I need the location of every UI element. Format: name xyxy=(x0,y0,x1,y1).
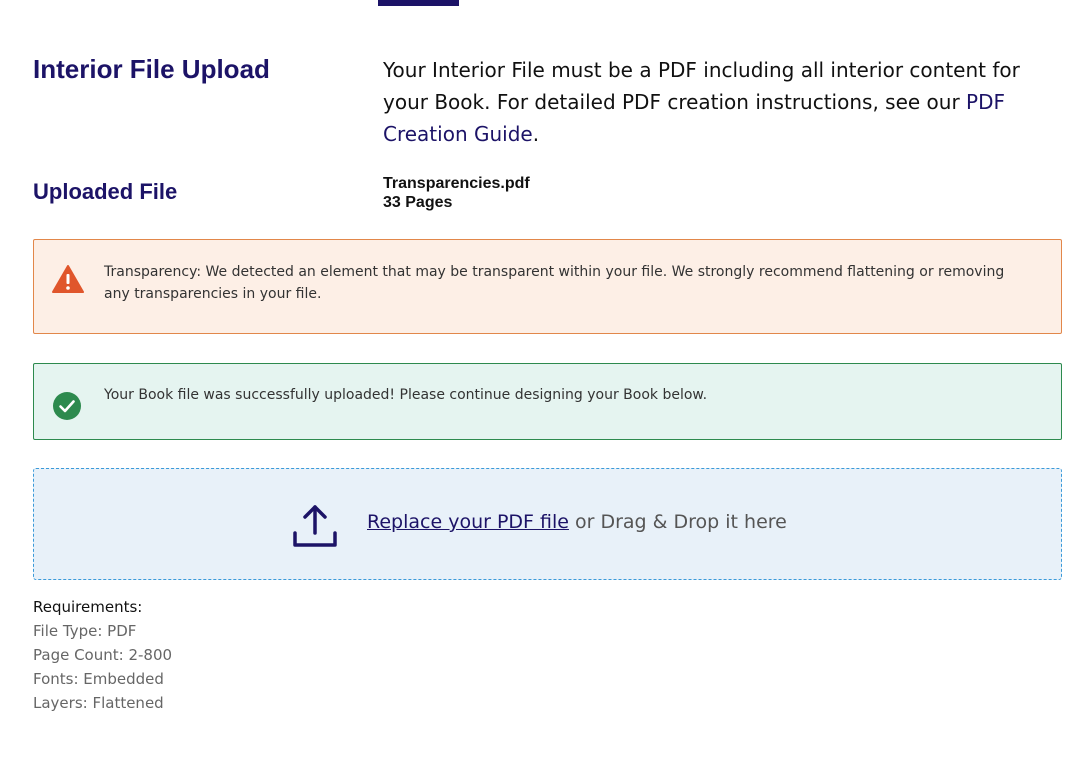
requirements-list: Requirements: File Type: PDF Page Count:… xyxy=(33,595,172,715)
uploaded-file-title: Uploaded File xyxy=(33,179,178,204)
pdf-dropzone[interactable]: Replace your PDF file or Drag & Drop it … xyxy=(33,468,1062,580)
dropzone-text: Replace your PDF file or Drag & Drop it … xyxy=(367,511,787,533)
uploaded-file-info: Transparencies.pdf 33 Pages xyxy=(383,174,530,212)
success-text: Your Book file was successfully uploaded… xyxy=(104,387,708,403)
requirement-page-count: Page Count: 2-800 xyxy=(33,646,173,664)
file-name: Transparencies.pdf xyxy=(383,175,530,192)
requirement-fonts: Fonts: Embedded xyxy=(33,670,164,688)
active-tab-indicator xyxy=(378,0,459,6)
check-circle-icon xyxy=(52,391,82,428)
upload-icon[interactable] xyxy=(291,501,339,553)
warning-text: Transparency: We detected an element tha… xyxy=(104,264,1005,302)
intro-body: Your Interior File must be a PDF includi… xyxy=(383,58,1020,114)
replace-pdf-link[interactable]: Replace your PDF file xyxy=(367,511,569,533)
upload-success-alert: Your Book file was successfully uploaded… xyxy=(33,363,1062,440)
requirement-layers: Layers: Flattened xyxy=(33,694,164,712)
intro-text: Your Interior File must be a PDF includi… xyxy=(383,54,1063,150)
page-title: Interior File Upload xyxy=(33,54,270,84)
intro-end: . xyxy=(532,122,540,146)
transparency-warning-alert: Transparency: We detected an element tha… xyxy=(33,239,1062,334)
requirements-heading: Requirements: xyxy=(33,598,143,616)
requirement-file-type: File Type: PDF xyxy=(33,622,137,640)
warning-triangle-icon xyxy=(52,264,84,301)
file-page-count: 33 Pages xyxy=(383,194,453,211)
dropzone-suffix: or Drag & Drop it here xyxy=(568,511,787,533)
